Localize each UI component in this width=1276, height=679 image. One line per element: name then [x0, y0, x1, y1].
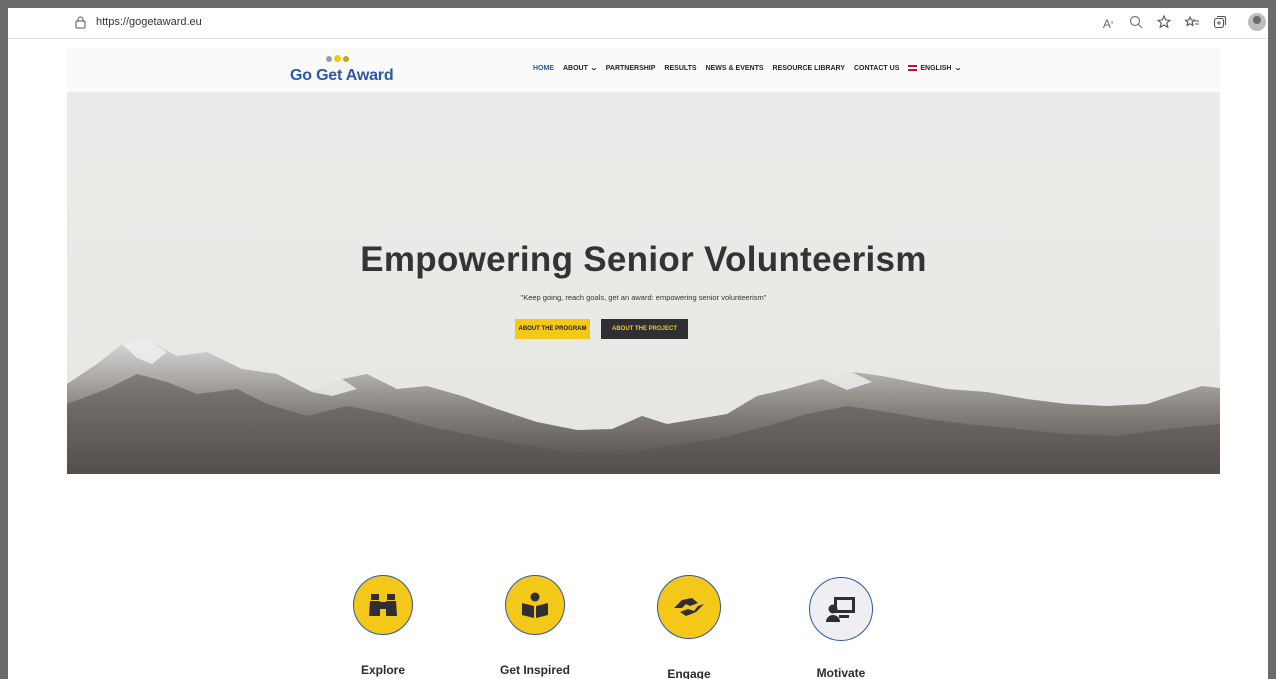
nav-contact-us-label: CONTACT US	[854, 64, 900, 72]
nav-resource-library[interactable]: RESOURCE LIBRARY	[773, 65, 845, 72]
mountains-image	[67, 340, 1220, 474]
nav-news-events[interactable]: NEWS & EVENTS	[706, 65, 764, 72]
browser-window: https://gogetaward.eu Aₐ Go Get Award HO…	[8, 8, 1268, 679]
nav-partnership-label: PARTNERSHIP	[605, 64, 656, 72]
feature-explore-label: Explore	[360, 663, 405, 677]
feature-get-inspired-label: Get Inspired	[499, 663, 570, 677]
chevron-down-icon: ⌄	[953, 65, 962, 72]
collections-icon[interactable]	[1212, 14, 1228, 30]
feature-motivate-label: Motivate	[816, 666, 866, 679]
nav-results[interactable]: RESULTS	[664, 65, 696, 72]
nav-news-events-label: NEWS & EVENTS	[705, 64, 764, 72]
feature-explore[interactable]: Explore	[323, 575, 443, 677]
address-url[interactable]: https://gogetaward.eu	[96, 16, 202, 28]
lock-icon	[75, 16, 86, 29]
hero-subtitle: "Keep going, reach goals, get an award: …	[520, 293, 767, 302]
browser-address-bar: https://gogetaward.eu Aₐ	[8, 8, 1268, 39]
feature-engage-circle	[657, 575, 721, 639]
read-aloud-icon[interactable]: Aₐ	[1100, 14, 1116, 31]
hero-title: Empowering Senior Volunteerism	[360, 240, 927, 279]
logo-dot-gold	[343, 56, 349, 62]
presentation-icon	[826, 597, 855, 622]
feature-get-inspired-circle	[505, 575, 565, 635]
site-logo[interactable]: Go Get Award	[290, 55, 394, 87]
about-project-button[interactable]: ABOUT THE PROJECT	[601, 319, 688, 339]
nav-partnership[interactable]: PARTNERSHIP	[606, 65, 656, 72]
feature-engage-label: Engage	[667, 667, 711, 679]
uk-flag-icon	[908, 65, 918, 71]
site-header: Go Get Award HOME ABOUT ⌄ PARTNERSHIP RES…	[67, 48, 1220, 92]
logo-text: Go Get Award	[290, 67, 394, 84]
nav-language[interactable]: ENGLISH ⌄	[908, 64, 962, 72]
zoom-icon[interactable]	[1128, 14, 1144, 30]
main-nav: HOME ABOUT ⌄ PARTNERSHIP RESULTS NEWS & E…	[533, 64, 962, 73]
binoculars-icon	[369, 594, 397, 616]
nav-language-label: ENGLISH	[920, 64, 952, 72]
feature-get-inspired[interactable]: Get Inspired	[475, 575, 595, 677]
nav-home-label: HOME	[533, 64, 554, 72]
reader-icon	[522, 592, 548, 618]
feature-explore-circle	[353, 575, 413, 635]
logo-dots	[326, 55, 349, 62]
chevron-down-icon: ⌄	[589, 65, 598, 72]
logo-dot-yellow	[334, 55, 341, 62]
nav-home[interactable]: HOME	[533, 65, 554, 72]
nav-results-label: RESULTS	[664, 64, 697, 72]
nav-about[interactable]: ABOUT ⌄	[563, 64, 598, 73]
nav-resource-library-label: RESOURCE LIBRARY	[772, 64, 845, 72]
hero-buttons: ABOUT THE PROGRAM ABOUT THE PROJECT	[515, 319, 688, 339]
nav-contact-us[interactable]: CONTACT US	[854, 65, 899, 72]
feature-motivate[interactable]: Motivate	[781, 577, 901, 679]
features-section: Explore Get Inspired Engage Motivate	[67, 474, 1220, 679]
logo-dot-grey	[326, 56, 332, 62]
feature-engage[interactable]: Engage	[629, 575, 749, 679]
about-program-button[interactable]: ABOUT THE PROGRAM	[515, 319, 590, 339]
profile-icon[interactable]	[1248, 13, 1266, 31]
feature-motivate-circle	[809, 577, 873, 641]
handshake-icon	[674, 598, 704, 616]
favorites-icon[interactable]	[1184, 14, 1200, 30]
hero-section: Empowering Senior Volunteerism "Keep goi…	[67, 92, 1220, 474]
nav-about-label: ABOUT	[563, 64, 588, 72]
favorite-add-icon[interactable]	[1156, 14, 1172, 30]
